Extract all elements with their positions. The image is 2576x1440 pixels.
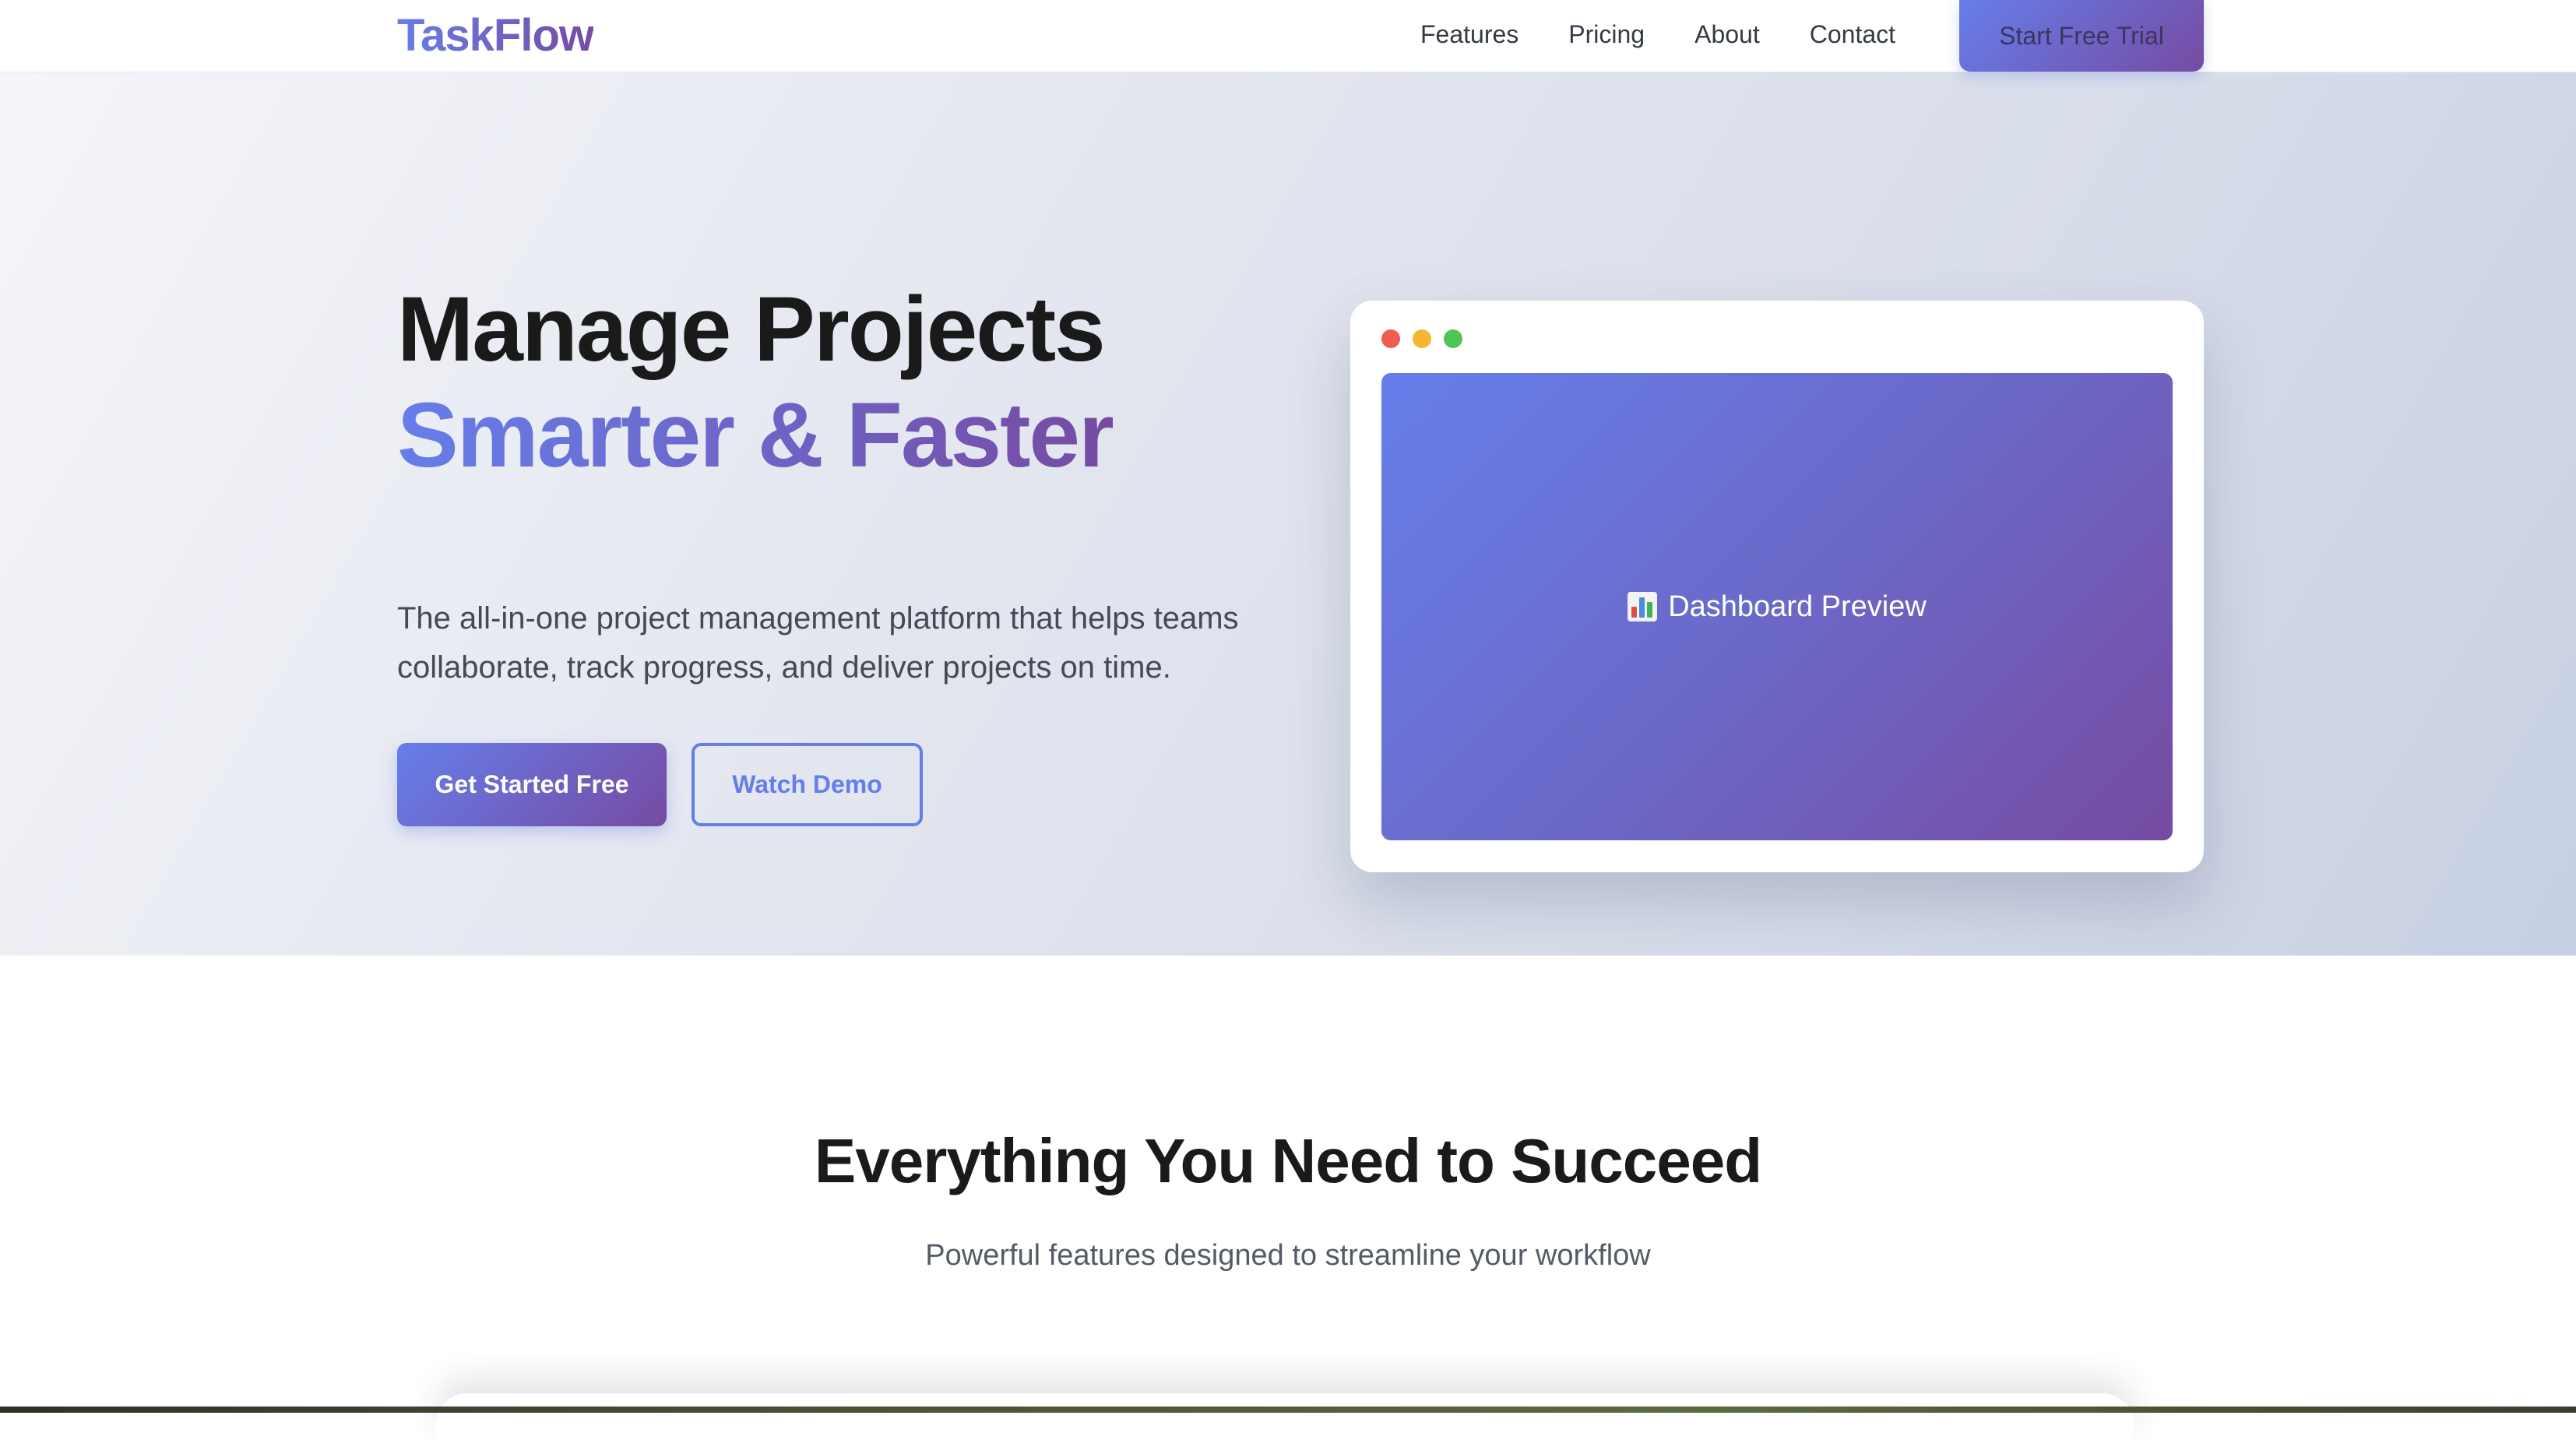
top-navbar: TaskFlow Features Pricing About Contact … — [0, 0, 2576, 72]
logo[interactable]: TaskFlow — [397, 6, 594, 65]
features-subtitle: Powerful features designed to streamline… — [925, 1239, 1651, 1272]
nav-link-features[interactable]: Features — [1420, 20, 1519, 49]
window-minimize-dot — [1413, 329, 1431, 348]
hero-title: Manage Projects Smarter & Faster — [397, 276, 1114, 488]
dashboard-preview-label: Dashboard Preview — [1668, 590, 1927, 623]
nav-link-pricing[interactable]: Pricing — [1568, 20, 1645, 49]
dashboard-preview: Dashboard Preview — [1381, 373, 2173, 840]
get-started-button[interactable]: Get Started Free — [397, 743, 667, 826]
bottom-image-strip — [0, 1407, 2576, 1413]
bar-chart-icon — [1628, 592, 1658, 621]
start-free-trial-button[interactable]: Start Free Trial — [1959, 0, 2204, 72]
window-close-dot — [1381, 329, 1400, 348]
features-title: Everything You Need to Succeed — [814, 1126, 1762, 1195]
feature-card-peek — [436, 1393, 2134, 1440]
dashboard-mockup-window: Dashboard Preview — [1350, 301, 2204, 872]
hero-title-line2: Smarter & Faster — [397, 384, 1114, 487]
nav-link-about[interactable]: About — [1694, 20, 1760, 49]
watch-demo-button[interactable]: Watch Demo — [692, 743, 923, 826]
hero-subtitle: The all-in-one project management platfo… — [397, 601, 1239, 685]
hero-title-line1: Manage Projects — [397, 278, 1106, 381]
nav-links: Features Pricing About Contact — [1420, 0, 1895, 69]
hero-section: Manage Projects Smarter & Faster The all… — [0, 72, 2576, 956]
nav-link-contact[interactable]: Contact — [1810, 20, 1895, 49]
features-section: Everything You Need to Succeed Powerful … — [0, 956, 2576, 1440]
window-maximize-dot — [1444, 329, 1462, 348]
